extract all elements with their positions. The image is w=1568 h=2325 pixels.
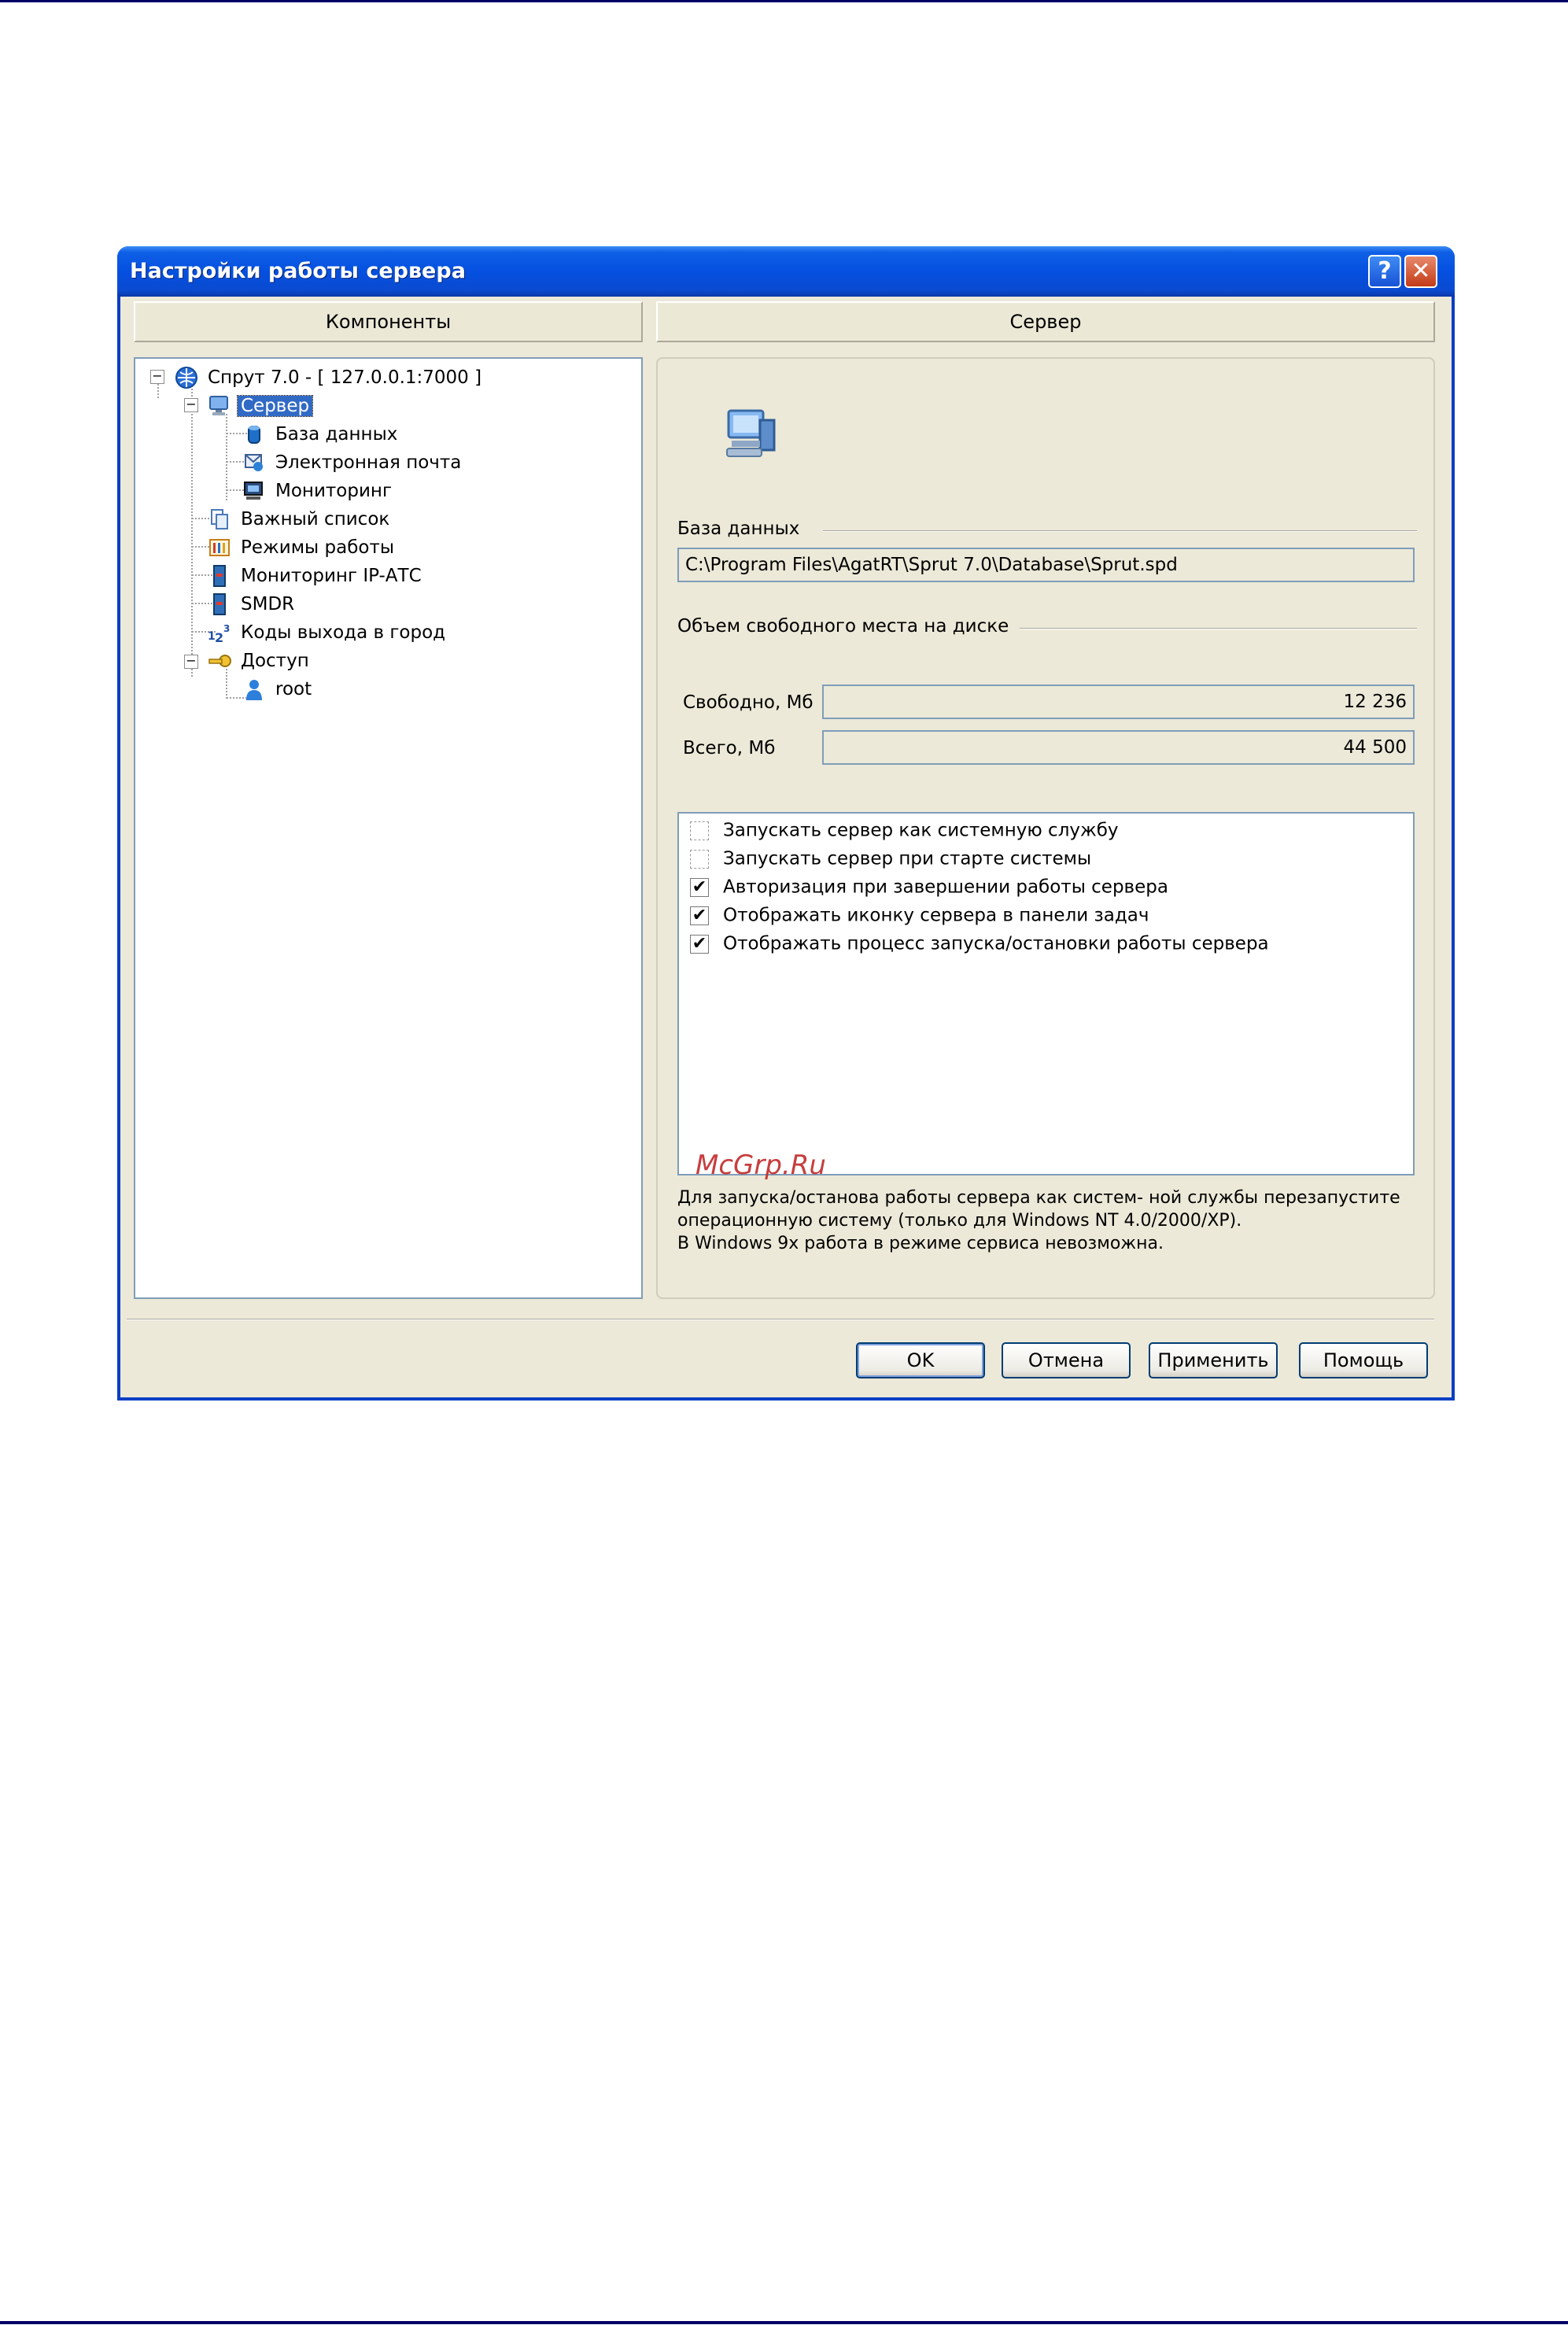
- close-icon[interactable]: ✕: [1404, 255, 1437, 288]
- checked-checkbox-icon[interactable]: ✔: [690, 906, 709, 925]
- total-space-label: Всего, Мб: [683, 738, 776, 758]
- page-bottom-rule: [0, 2321, 1568, 2324]
- title-bar[interactable]: Настройки работы сервера ? ✕: [117, 246, 1455, 297]
- svg-text:2: 2: [215, 630, 223, 644]
- collapse-server-icon[interactable]: −: [184, 398, 198, 412]
- database-path-field[interactable]: C:\Program Files\AgatRT\Sprut 7.0\Databa…: [677, 548, 1415, 582]
- unchecked-checkbox-icon[interactable]: [690, 849, 709, 869]
- tree-item-email[interactable]: Электронная почта: [242, 448, 464, 475]
- service-note-line: В Windows 9x работа в режиме сервиса нев…: [677, 1234, 1164, 1253]
- tree-item-root-user[interactable]: root: [242, 675, 315, 702]
- numbers-icon: 1 2 3: [208, 623, 230, 644]
- option-auth-on-shutdown[interactable]: ✔ Авторизация при завершении работы серве…: [690, 875, 1168, 899]
- tree-connector: [226, 414, 227, 500]
- tree-item-database[interactable]: База данных: [242, 420, 400, 447]
- tree-item-smdr[interactable]: SMDR: [208, 590, 297, 617]
- disk-space-group-label: Объем свободного места на диске: [677, 616, 1020, 637]
- help-icon[interactable]: ?: [1368, 255, 1401, 288]
- collapse-root-icon[interactable]: −: [150, 370, 164, 384]
- unchecked-checkbox-icon[interactable]: [690, 821, 709, 840]
- option-show-start-stop-process[interactable]: ✔ Отображать процесс запуска/остановки ра…: [690, 932, 1269, 955]
- option-run-as-service[interactable]: Запускать сервер как системную службу: [690, 818, 1119, 842]
- database-group-line: [823, 530, 1417, 532]
- network-globe-icon: [175, 366, 197, 389]
- database-group-label: База данных: [677, 519, 811, 539]
- button-separator: [127, 1319, 1434, 1320]
- disk-group-line: [1004, 628, 1417, 629]
- server-options-list[interactable]: Запускать сервер как системную службу За…: [677, 812, 1415, 1175]
- cancel-button[interactable]: Отмена: [1002, 1342, 1131, 1378]
- user-icon: [246, 679, 262, 700]
- components-header: Компоненты: [134, 301, 643, 342]
- database-icon: [248, 425, 260, 444]
- tree-item-monitoring[interactable]: Мониторинг: [242, 477, 395, 504]
- calendar-icon: [209, 538, 230, 556]
- svg-text:3: 3: [223, 623, 230, 634]
- tree-item-important-list[interactable]: Важный список: [208, 505, 393, 532]
- option-tray-icon[interactable]: ✔ Отображать иконку сервера в панели зада…: [690, 903, 1149, 927]
- key-icon: [208, 654, 231, 667]
- server-header: Сервер: [656, 301, 1435, 342]
- tree-item-city-exit-codes[interactable]: 1 2 3 Коды выхода в город: [208, 618, 448, 645]
- server-computer-icon: [726, 409, 776, 457]
- tree-connector: [157, 384, 159, 398]
- service-note-line: Для запуска/останова работы сервера как …: [677, 1188, 1400, 1208]
- tree-item-work-modes[interactable]: Режимы работы: [208, 533, 397, 560]
- computer-icon: [209, 395, 228, 415]
- tree-connector: [191, 386, 193, 677]
- tree-item-ip-pbx-monitoring[interactable]: Мониторинг IP-АТС: [208, 562, 425, 589]
- service-note-line: операционную систему (только для Windows…: [677, 1211, 1242, 1231]
- apply-button[interactable]: Применить: [1149, 1342, 1278, 1378]
- free-space-label: Свободно, Мб: [683, 692, 814, 713]
- device-icon: [213, 564, 226, 587]
- components-tree[interactable]: − − − Спрут 7.0 - [ 127.0.0.1:7000 ] Сер…: [134, 357, 643, 1299]
- tree-item-server[interactable]: Сервер: [208, 392, 314, 419]
- free-space-field[interactable]: 12 236: [822, 685, 1415, 719]
- tree-item-access[interactable]: Доступ: [208, 647, 312, 674]
- monitor-icon: [244, 481, 263, 500]
- server-settings-panel: База данных C:\Program Files\AgatRT\Spru…: [656, 357, 1435, 1299]
- tree-item-sprut-root[interactable]: Спрут 7.0 - [ 127.0.0.1:7000 ]: [175, 364, 485, 390]
- collapse-access-icon[interactable]: −: [184, 655, 198, 669]
- list-icon: [211, 508, 228, 530]
- checked-checkbox-icon[interactable]: ✔: [690, 877, 709, 897]
- service-note: Для запуска/останова работы сервера как …: [677, 1186, 1425, 1255]
- help-button[interactable]: Помощь: [1299, 1342, 1428, 1378]
- total-space-field[interactable]: 44 500: [822, 730, 1415, 765]
- window-title: Настройки работы сервера: [130, 259, 466, 283]
- option-run-at-startup[interactable]: Запускать сервер при старте системы: [690, 847, 1091, 870]
- ok-button[interactable]: OK: [856, 1342, 985, 1378]
- checked-checkbox-icon[interactable]: ✔: [690, 934, 709, 954]
- page-top-rule: [0, 0, 1568, 2]
- server-settings-dialog: Настройки работы сервера ? ✕ Компоненты …: [117, 246, 1455, 1401]
- email-icon: [245, 453, 263, 471]
- watermark: McGrp.Ru: [695, 1150, 826, 1181]
- device-icon: [213, 592, 226, 615]
